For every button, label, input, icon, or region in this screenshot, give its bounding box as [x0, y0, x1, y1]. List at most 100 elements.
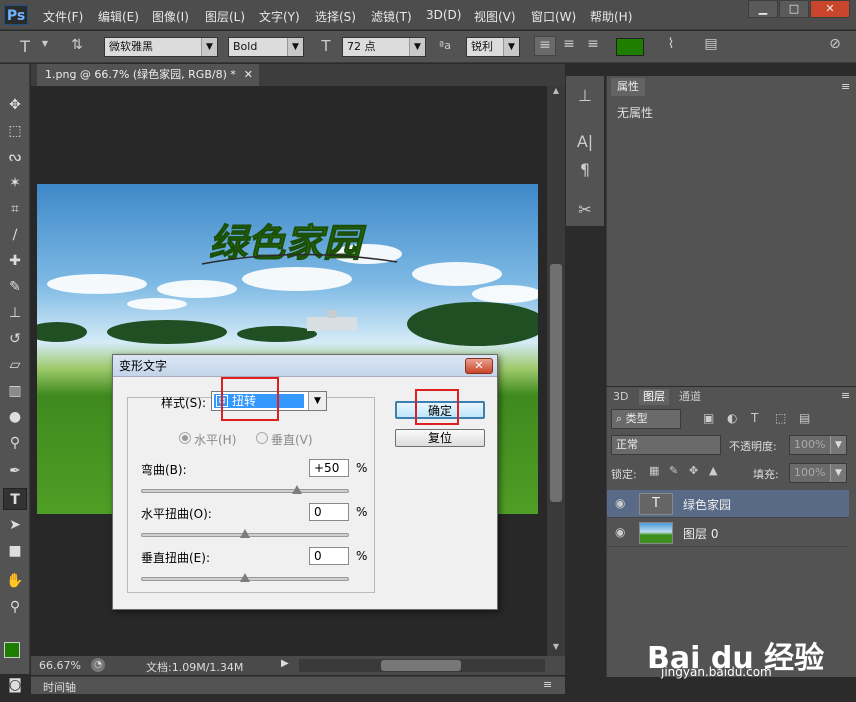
menu-select[interactable]: 选择(S)	[315, 8, 356, 25]
visibility-eye-icon[interactable]: ◉	[615, 525, 625, 539]
reset-button[interactable]: 复位	[395, 429, 485, 447]
filter-type-icon[interactable]: T	[751, 411, 758, 425]
canvas-vertical-scrollbar[interactable]: ▲ ▼	[547, 86, 565, 656]
tools-icon[interactable]: ✂	[574, 200, 596, 219]
menu-layer[interactable]: 图层(L)	[205, 8, 245, 25]
bend-field[interactable]: +50	[309, 459, 349, 477]
bend-slider-thumb[interactable]	[292, 485, 302, 494]
menu-edit[interactable]: 编辑(E)	[98, 8, 139, 25]
tool-preset-chevron-down-icon[interactable]: ▼	[40, 39, 50, 48]
horizontal-type-tool-icon[interactable]: T	[3, 488, 27, 510]
chevron-down-icon[interactable]: ▼	[308, 392, 326, 410]
dodge-tool-icon[interactable]: ⚲	[3, 432, 27, 454]
crop-tool-icon[interactable]: ⌗	[3, 198, 27, 220]
history-brush-tool-icon[interactable]: ↺	[3, 328, 27, 350]
align-right-icon[interactable]: ≡	[582, 36, 604, 52]
quick-mask-icon[interactable]: ◙	[3, 674, 27, 696]
tab-3d[interactable]: 3D	[609, 389, 632, 405]
align-center-icon[interactable]: ≡	[558, 36, 580, 52]
healing-brush-tool-icon[interactable]: ✚	[3, 250, 27, 272]
path-selection-tool-icon[interactable]: ➤	[3, 514, 27, 536]
minimize-button[interactable]: ▁	[748, 0, 778, 18]
menu-window[interactable]: 窗口(W)	[531, 8, 576, 25]
lock-position-icon[interactable]: ✥	[689, 464, 698, 477]
horizontal-distort-slider-thumb[interactable]	[240, 529, 250, 538]
horizontal-radio[interactable]	[179, 432, 191, 444]
panel-menu-icon[interactable]: ≡	[543, 678, 552, 691]
horizontal-scroll-thumb[interactable]	[381, 660, 461, 671]
timeline-panel[interactable]: 时间轴 ≡	[31, 676, 565, 694]
close-button[interactable]: ✕	[810, 0, 850, 18]
brush-tool-icon[interactable]: ✎	[3, 276, 27, 298]
magic-wand-tool-icon[interactable]: ✶	[3, 172, 27, 194]
menu-filter[interactable]: 滤镜(T)	[371, 8, 412, 25]
paragraph-icon[interactable]: ¶	[574, 160, 596, 179]
type-tool-icon[interactable]: T	[14, 37, 36, 56]
menu-view[interactable]: 视图(V)	[474, 8, 516, 25]
pen-tool-icon[interactable]: ✒	[3, 460, 27, 482]
menu-file[interactable]: 文件(F)	[43, 8, 83, 25]
warp-text-icon[interactable]: ⌇	[660, 36, 682, 52]
zoom-tool-icon[interactable]: ⚲	[3, 596, 27, 618]
filter-pixel-icon[interactable]: ▣	[703, 411, 714, 425]
lock-all-icon[interactable]: ▲	[709, 464, 717, 477]
bend-slider[interactable]	[141, 489, 349, 493]
properties-tab[interactable]: 属性	[611, 78, 645, 96]
character-icon[interactable]: A|	[574, 132, 596, 151]
fill-field[interactable]: 100% ▼	[789, 463, 847, 483]
document-tab[interactable]: 1.png @ 66.7% (绿色家园, RGB/8) * ✕	[37, 64, 259, 86]
gradient-tool-icon[interactable]: ▥	[3, 380, 27, 402]
character-panel-icon[interactable]: ▤	[700, 36, 722, 52]
maximize-button[interactable]: □	[779, 0, 809, 18]
horizontal-distort-field[interactable]: 0	[309, 503, 349, 521]
eraser-tool-icon[interactable]: ▱	[3, 354, 27, 376]
canvas-horizontal-scrollbar[interactable]	[299, 659, 545, 672]
scroll-down-icon[interactable]: ▼	[549, 642, 563, 654]
rectangle-tool-icon[interactable]: ■	[3, 540, 27, 562]
hand-tool-icon[interactable]: ✋	[3, 570, 27, 592]
lock-pixels-icon[interactable]: ✎	[669, 464, 678, 477]
blur-tool-icon[interactable]: ●	[3, 406, 27, 428]
marquee-tool-icon[interactable]: ⬚	[3, 120, 27, 142]
filter-shape-icon[interactable]: ⬚	[775, 411, 786, 425]
vertical-distort-slider-thumb[interactable]	[240, 573, 250, 582]
vertical-radio[interactable]	[256, 432, 268, 444]
vertical-distort-field[interactable]: 0	[309, 547, 349, 565]
tab-layers[interactable]: 图层	[639, 389, 669, 405]
menu-image[interactable]: 图像(I)	[152, 8, 189, 25]
lasso-tool-icon[interactable]: ᔓ	[3, 146, 27, 168]
cancel-edit-icon[interactable]: ⊘	[824, 36, 846, 52]
status-info-icon[interactable]: ◔	[91, 658, 105, 672]
menu-type[interactable]: 文字(Y)	[259, 8, 300, 25]
scroll-up-icon[interactable]: ▲	[549, 86, 563, 98]
menu-help[interactable]: 帮助(H)	[590, 8, 632, 25]
visibility-eye-icon[interactable]: ◉	[615, 496, 625, 510]
opacity-field[interactable]: 100% ▼	[789, 435, 847, 455]
text-color-swatch[interactable]	[616, 38, 644, 56]
zoom-level[interactable]: 66.67%	[39, 659, 81, 672]
lock-transparent-icon[interactable]: ▦	[649, 464, 659, 477]
filter-smart-object-icon[interactable]: ▤	[799, 411, 810, 425]
align-left-icon[interactable]: ≡	[534, 36, 556, 56]
tab-channels[interactable]: 通道	[675, 389, 705, 405]
filter-adjustment-icon[interactable]: ◐	[727, 411, 737, 425]
menu-3d[interactable]: 3D(D)	[426, 8, 461, 22]
eyedropper-tool-icon[interactable]: ∕	[3, 224, 27, 246]
timeline-tab[interactable]: 时间轴	[43, 679, 76, 695]
antialias-select[interactable]: 锐利 ▼	[466, 37, 520, 57]
scroll-thumb[interactable]	[550, 264, 562, 502]
layer-row[interactable]: ◉ T 绿色家园	[607, 490, 849, 518]
status-menu-arrow-icon[interactable]: ▶	[281, 658, 289, 669]
tool-presets-icon[interactable]: ⊥	[574, 86, 596, 105]
font-family-select[interactable]: 微软雅黑 ▼	[104, 37, 218, 57]
layer-filter-select[interactable]: ⌕ 类型	[611, 409, 681, 429]
font-style-select[interactable]: Bold ▼	[228, 37, 304, 57]
dialog-close-button[interactable]: ✕	[465, 358, 493, 374]
layer-row[interactable]: ◉ 图层 0	[607, 519, 849, 547]
clone-stamp-tool-icon[interactable]: ⊥	[3, 302, 27, 324]
toggle-orientation-icon[interactable]: ⇅	[66, 37, 88, 53]
panel-menu-icon[interactable]: ≡	[841, 80, 850, 93]
font-size-select[interactable]: 72 点 ▼	[342, 37, 426, 57]
move-tool-icon[interactable]: ✥	[3, 94, 27, 116]
foreground-color-swatch[interactable]	[4, 642, 20, 658]
